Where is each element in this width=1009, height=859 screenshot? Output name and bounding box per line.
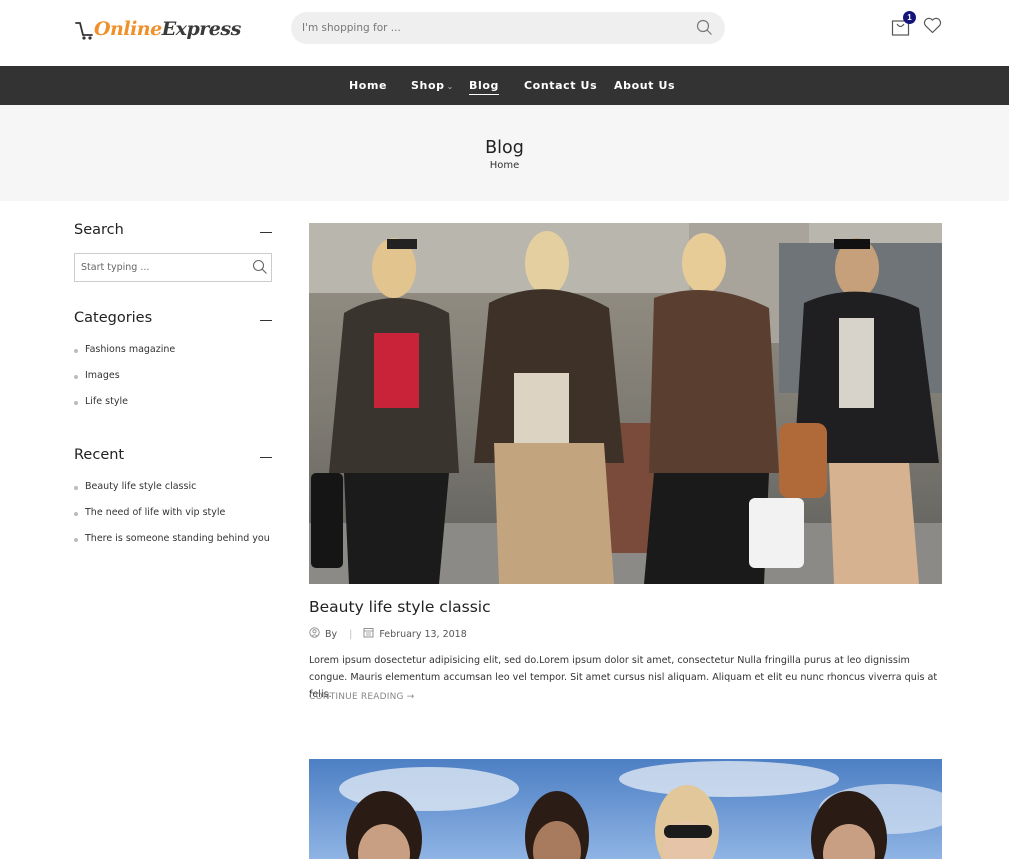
- sidebar-search: [74, 253, 272, 282]
- chevron-down-icon: ⌄: [446, 82, 454, 91]
- nav-item-home[interactable]: Home: [349, 66, 387, 105]
- recent-list: Beauty life style classic The need of li…: [74, 480, 270, 558]
- search-icon[interactable]: [252, 259, 268, 279]
- nav-label: Contact Us: [524, 79, 598, 92]
- sidebar-categories-title: Categories: [74, 310, 153, 326]
- category-item-images[interactable]: Images: [74, 369, 175, 395]
- search-icon[interactable]: [696, 19, 713, 40]
- cart-count-badge: 1: [903, 11, 916, 24]
- cart-logo-icon: [75, 18, 93, 40]
- post-author-label: By: [325, 628, 338, 640]
- user-icon: [309, 627, 320, 641]
- nav-label: Blog: [469, 79, 499, 95]
- recent-item[interactable]: There is someone standing behind you: [74, 532, 270, 558]
- recent-item[interactable]: The need of life with vip style: [74, 506, 270, 532]
- logo-text: OnlineExpress: [94, 18, 241, 40]
- site-header: OnlineExpress 1: [0, 0, 1009, 66]
- nav-label: Shop: [411, 79, 445, 92]
- post-title[interactable]: Beauty life style classic: [309, 598, 491, 616]
- recent-item[interactable]: Beauty life style classic: [74, 480, 270, 506]
- page-title-band: Blog Home: [0, 105, 1009, 201]
- calendar-icon: [363, 627, 374, 641]
- nav-item-about[interactable]: About Us: [614, 66, 675, 105]
- header-search: [291, 12, 725, 44]
- post-featured-image[interactable]: [309, 223, 942, 584]
- post-featured-image[interactable]: [309, 759, 942, 859]
- nav-label: About Us: [614, 79, 676, 92]
- category-item-life-style[interactable]: Life style: [74, 395, 175, 421]
- collapse-icon[interactable]: [260, 232, 272, 234]
- header-search-input[interactable]: [291, 12, 682, 44]
- post-meta: By | February 13, 2018: [309, 627, 467, 641]
- logo-text-express: Express: [161, 18, 242, 40]
- collapse-icon[interactable]: [260, 320, 272, 322]
- main-nav: Home Shop ⌄ Blog Contact Us About Us: [0, 66, 1009, 105]
- logo-text-online: Online: [94, 18, 162, 40]
- nav-item-blog[interactable]: Blog: [469, 66, 499, 105]
- sidebar-recent-title: Recent: [74, 447, 125, 463]
- categories-list: Fashions magazine Images Life style: [74, 343, 175, 421]
- heart-icon[interactable]: [923, 17, 942, 38]
- continue-reading-link[interactable]: CONTINUE READING →: [309, 692, 415, 702]
- sidebar-search-title: Search: [74, 222, 124, 238]
- nav-item-shop[interactable]: Shop ⌄: [411, 66, 454, 105]
- page-title: Blog: [485, 138, 524, 158]
- breadcrumb-home[interactable]: Home: [0, 160, 1009, 171]
- category-item-fashions-magazine[interactable]: Fashions magazine: [74, 343, 175, 369]
- sidebar-search-input[interactable]: [75, 254, 246, 281]
- site-logo[interactable]: OnlineExpress: [75, 14, 241, 44]
- nav-label: Home: [349, 79, 388, 92]
- post-date: February 13, 2018: [379, 628, 467, 640]
- cart-button[interactable]: 1: [891, 11, 916, 37]
- meta-separator: |: [349, 628, 353, 640]
- collapse-icon[interactable]: [260, 457, 272, 459]
- nav-item-contact[interactable]: Contact Us: [524, 66, 597, 105]
